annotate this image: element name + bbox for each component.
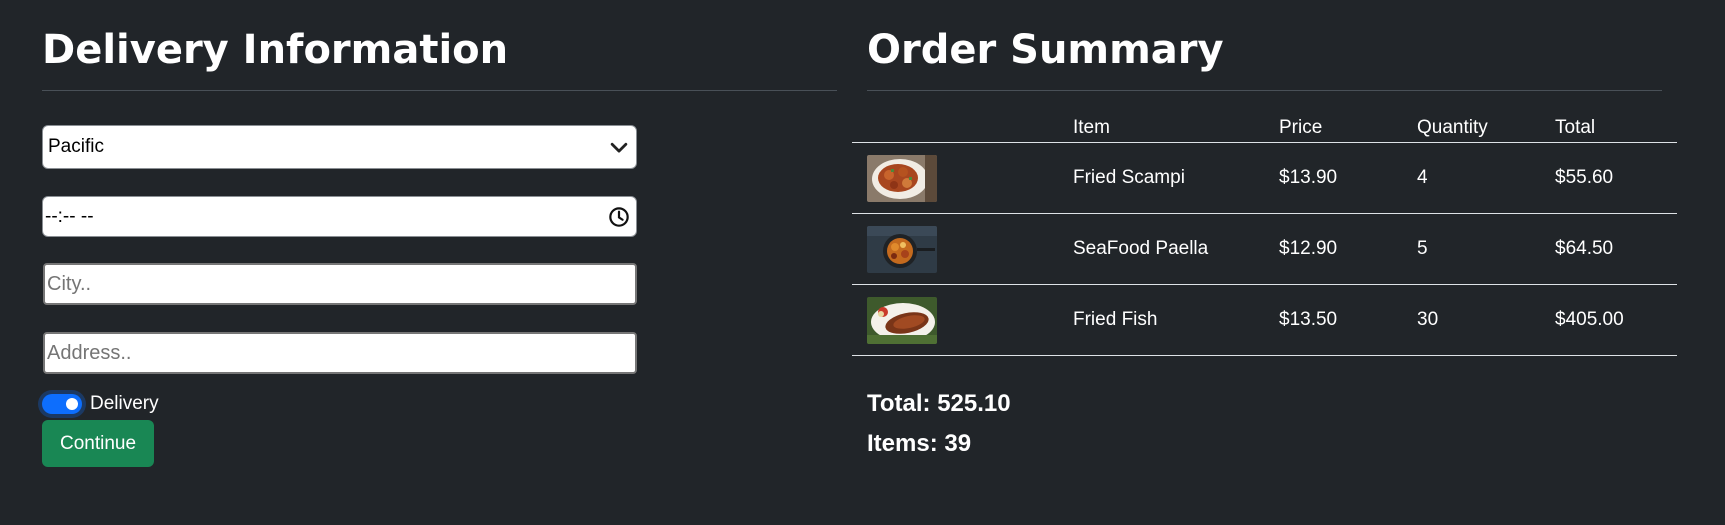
column-header-quantity: Quantity: [1417, 116, 1488, 138]
table-row: Fried Fish $13.50 30 $405.00: [852, 285, 1677, 356]
delivery-toggle-row: Delivery: [42, 389, 159, 419]
table-header: Item Price Quantity Total: [852, 113, 1677, 143]
toggle-knob: [66, 398, 78, 410]
continue-button[interactable]: Continue: [42, 420, 154, 467]
item-price: $13.90: [1279, 167, 1338, 188]
address-input[interactable]: Address..: [43, 332, 637, 374]
column-header-price: Price: [1279, 116, 1323, 138]
order-totals: Total: 525.10 Items: 39: [867, 384, 1011, 464]
order-total: Total: 525.10: [867, 390, 1011, 417]
region-select[interactable]: Pacific: [42, 125, 637, 169]
delivery-title: Delivery Information: [42, 27, 509, 73]
item-name: Fried Scampi: [1073, 167, 1185, 188]
time-input[interactable]: --:-- --: [42, 196, 637, 237]
item-price: $12.90: [1279, 238, 1338, 259]
column-header-total: Total: [1555, 116, 1596, 138]
order-table: Item Price Quantity Total Fried Scampi $…: [852, 113, 1677, 356]
table-row: Fried Scampi $13.90 4 $55.60: [852, 143, 1677, 214]
item-quantity: 30: [1417, 309, 1439, 330]
time-input-value: --:-- --: [45, 205, 94, 227]
checkout-page: Delivery Information Pacific --:-- -- Ci…: [0, 0, 1725, 525]
delivery-divider: [42, 90, 837, 91]
order-item-count: Items: 39: [867, 430, 972, 457]
city-input-placeholder: City..: [47, 272, 92, 295]
clock-icon[interactable]: [608, 206, 630, 228]
city-input[interactable]: City..: [43, 263, 637, 305]
delivery-toggle[interactable]: [42, 394, 82, 414]
item-name: SeaFood Paella: [1073, 238, 1209, 259]
table-row: SeaFood Paella $12.90 5 $64.50: [852, 214, 1677, 285]
fried-fish-image: [867, 296, 937, 344]
order-summary-title: Order Summary: [867, 27, 1224, 73]
item-quantity: 4: [1417, 167, 1428, 188]
seafood-paella-image: [867, 225, 937, 273]
item-quantity: 5: [1417, 238, 1428, 259]
item-total: $55.60: [1555, 167, 1614, 188]
item-total: $64.50: [1555, 238, 1614, 259]
item-name: Fried Fish: [1073, 309, 1158, 330]
order-divider: [867, 90, 1662, 91]
chevron-down-icon: [610, 142, 628, 153]
delivery-section: Delivery Information Pacific --:-- -- Ci…: [42, 26, 837, 467]
fried-scampi-image: [867, 154, 937, 202]
column-header-item: Item: [1073, 116, 1110, 138]
delivery-toggle-label[interactable]: Delivery: [90, 393, 159, 415]
address-input-placeholder: Address..: [47, 341, 132, 364]
order-summary-section: Order Summary: [867, 26, 1662, 91]
region-select-value: Pacific: [48, 136, 104, 157]
item-total: $405.00: [1555, 309, 1624, 330]
item-price: $13.50: [1279, 309, 1338, 330]
